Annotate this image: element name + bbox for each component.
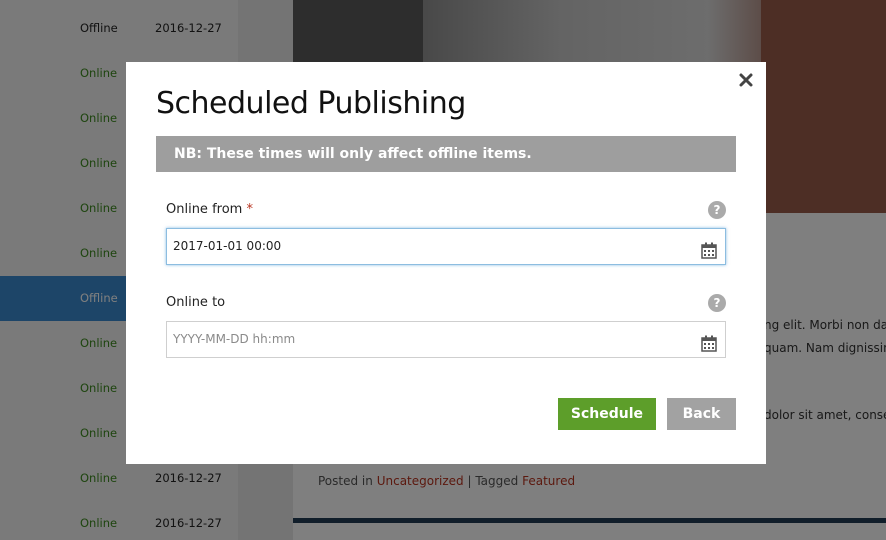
online-from-value: 2017-01-01 00:00 bbox=[173, 239, 282, 253]
online-from-help-icon[interactable]: ? bbox=[708, 201, 726, 219]
scheduled-publishing-dialog: Scheduled Publishing NB: These times wil… bbox=[126, 62, 766, 464]
online-to-placeholder: YYYY-MM-DD hh:mm bbox=[173, 332, 296, 346]
notice-banner: NB: These times will only affect offline… bbox=[156, 136, 736, 172]
back-button[interactable]: Back bbox=[667, 398, 736, 430]
online-to-help-icon[interactable]: ? bbox=[708, 294, 726, 312]
required-mark: * bbox=[246, 202, 253, 217]
online-from-label-text: Online from bbox=[166, 202, 243, 217]
online-from-label: Online from * bbox=[166, 202, 253, 217]
online-to-label: Online to bbox=[166, 295, 226, 310]
dialog-title: Scheduled Publishing bbox=[156, 86, 466, 121]
calendar-icon[interactable] bbox=[701, 331, 717, 352]
schedule-button[interactable]: Schedule bbox=[558, 398, 656, 430]
online-from-input[interactable]: 2017-01-01 00:00 bbox=[166, 228, 726, 265]
close-icon[interactable] bbox=[738, 72, 754, 88]
online-to-input[interactable]: YYYY-MM-DD hh:mm bbox=[166, 321, 726, 358]
calendar-icon[interactable] bbox=[701, 238, 717, 259]
